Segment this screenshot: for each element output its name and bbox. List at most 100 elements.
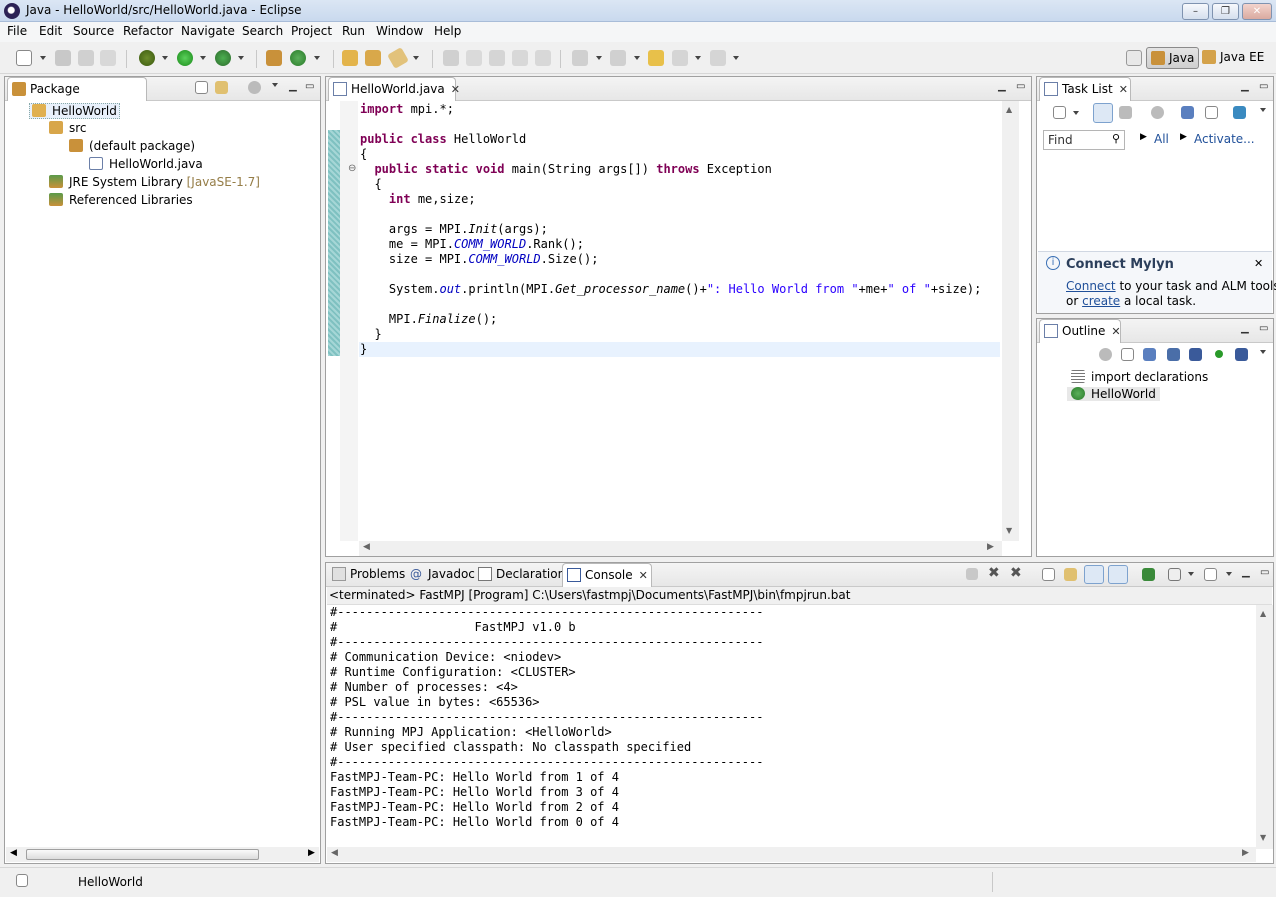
scroll-down-icon[interactable]: ▼ [1260,833,1266,842]
tab-javadoc[interactable]: @ Javadoc [406,563,475,587]
connect-link[interactable]: Connect [1066,279,1116,293]
new-class-icon[interactable] [290,50,306,66]
display-console-dropdown-icon[interactable] [1188,572,1194,576]
search-icon[interactable] [387,47,409,69]
open-resource-icon[interactable] [365,50,381,66]
maximize-button[interactable]: ❐ [1212,3,1239,20]
next-annotation-dropdown-icon[interactable] [596,56,602,60]
forward-dropdown-icon[interactable] [733,56,739,60]
hide-static-icon[interactable] [1189,348,1202,361]
tree-item-jre[interactable]: JRE System Library [JavaSE-1.7] [49,175,260,189]
tree-item-project[interactable]: HelloWorld [29,103,120,119]
fold-icon[interactable]: ⊖ [348,163,356,174]
pin-console-icon[interactable] [1142,568,1155,581]
menu-navigate[interactable]: Navigate [181,24,235,38]
new-class-dropdown-icon[interactable] [314,56,320,60]
open-console-icon[interactable] [1204,568,1217,581]
new-dropdown-icon[interactable] [40,56,46,60]
show-selected-element-icon[interactable] [535,50,551,66]
minimize-view-icon[interactable]: ▁ [1241,323,1249,334]
maximize-view-icon[interactable]: ▭ [1259,81,1268,92]
new-package-icon[interactable] [266,50,282,66]
remove-all-terminated-icon[interactable]: ✖ [1010,565,1022,581]
minimize-view-icon[interactable]: ▁ [1242,567,1250,578]
save-icon[interactable] [55,50,71,66]
display-console-icon[interactable] [1168,568,1181,581]
menu-search[interactable]: Search [242,24,283,38]
tree-item-default-package[interactable]: (default package) [69,139,195,153]
maximize-view-icon[interactable]: ▭ [305,81,314,92]
close-tab-icon[interactable]: ✕ [451,83,460,96]
forward-icon[interactable] [710,50,726,66]
editor-horizontal-scrollbar[interactable]: ◀ ▶ [359,541,1002,556]
tab-console[interactable]: Console ✕ [562,563,652,587]
focus-workweek-icon[interactable] [1151,106,1164,119]
focus-task-icon[interactable] [248,81,261,94]
menu-window[interactable]: Window [376,24,423,38]
minimize-button[interactable]: – [1182,3,1209,20]
toggle-breadcrumb-icon[interactable] [512,50,528,66]
link-with-editor-icon[interactable] [215,81,228,94]
tab-package-explorer[interactable]: Package Explorer✕ [7,77,147,118]
close-button[interactable]: ✕ [1242,3,1272,20]
menu-run[interactable]: Run [342,24,365,38]
fast-view-icon[interactable] [16,874,28,887]
open-console-dropdown-icon[interactable] [1226,572,1232,576]
tab-problems[interactable]: Problems [328,563,406,587]
close-icon[interactable]: ✕ [1254,257,1263,270]
create-link[interactable]: create [1082,294,1120,308]
remove-launch-icon[interactable]: ✖ [988,565,1000,581]
tree-item-referenced-libraries[interactable]: Referenced Libraries [49,193,193,207]
run-dropdown-icon[interactable] [200,56,206,60]
hide-completed-icon[interactable] [1181,106,1194,119]
activate-link[interactable]: Activate... [1194,132,1255,146]
scroll-up-icon[interactable]: ▲ [1260,609,1266,618]
console-horizontal-scrollbar[interactable]: ◀ ▶ [327,847,1256,862]
synchronize-icon[interactable] [1233,106,1246,119]
external-tools-icon[interactable] [215,50,231,66]
scroll-lock-icon[interactable] [1064,568,1077,581]
search-dropdown-icon[interactable] [413,56,419,60]
scroll-left-icon[interactable]: ◀ [10,848,17,858]
scheduled-icon[interactable] [1119,106,1132,119]
hide-local-types-icon[interactable] [1235,348,1248,361]
collapse-all-icon[interactable] [195,81,208,94]
clear-console-icon[interactable] [1042,568,1055,581]
perspective-java[interactable]: Java [1146,47,1200,69]
outline-item-helloworld[interactable]: HelloWorld [1067,387,1160,401]
hide-fields-icon[interactable] [1167,348,1180,361]
run-icon[interactable] [177,50,193,66]
menu-file[interactable]: File [7,24,27,38]
minimize-view-icon[interactable]: ▁ [998,81,1006,92]
menu-project[interactable]: Project [291,24,332,38]
menu-refactor[interactable]: Refactor [123,24,173,38]
new-task-dropdown-icon[interactable] [1073,111,1079,115]
scrollbar-thumb[interactable] [26,849,259,860]
scroll-right-icon[interactable]: ▶ [1242,848,1249,858]
menu-source[interactable]: Source [73,24,114,38]
new-task-icon[interactable] [1053,106,1066,119]
find-input[interactable]: Find ⚲ [1043,130,1125,150]
search-icon[interactable]: ⚲ [1112,132,1120,145]
menu-help[interactable]: Help [434,24,461,38]
tab-outline[interactable]: Outline ✕ [1039,319,1121,343]
debug-icon[interactable] [139,50,155,66]
collapse-all-icon[interactable] [1121,348,1134,361]
previous-annotation-icon[interactable] [610,50,626,66]
tab-helloworld-java[interactable]: HelloWorld.java ✕ [328,77,460,101]
save-all-icon[interactable] [78,50,94,66]
previous-annotation-dropdown-icon[interactable] [634,56,640,60]
close-tab-icon[interactable]: ✕ [639,569,648,582]
external-tools-dropdown-icon[interactable] [238,56,244,60]
tab-task-list[interactable]: Task List ✕ [1039,77,1131,101]
scroll-right-icon[interactable]: ▶ [987,542,994,552]
focus-icon[interactable] [1099,348,1112,361]
hide-non-public-icon[interactable] [1215,350,1223,358]
scroll-left-icon[interactable]: ◀ [331,848,338,858]
maximize-view-icon[interactable]: ▭ [1259,323,1268,334]
view-menu-icon[interactable] [1260,350,1266,354]
print-icon[interactable] [100,50,116,66]
categorized-icon[interactable] [1093,103,1113,123]
show-on-output-icon[interactable] [1084,565,1104,584]
show-whitespace-icon[interactable] [489,50,505,66]
